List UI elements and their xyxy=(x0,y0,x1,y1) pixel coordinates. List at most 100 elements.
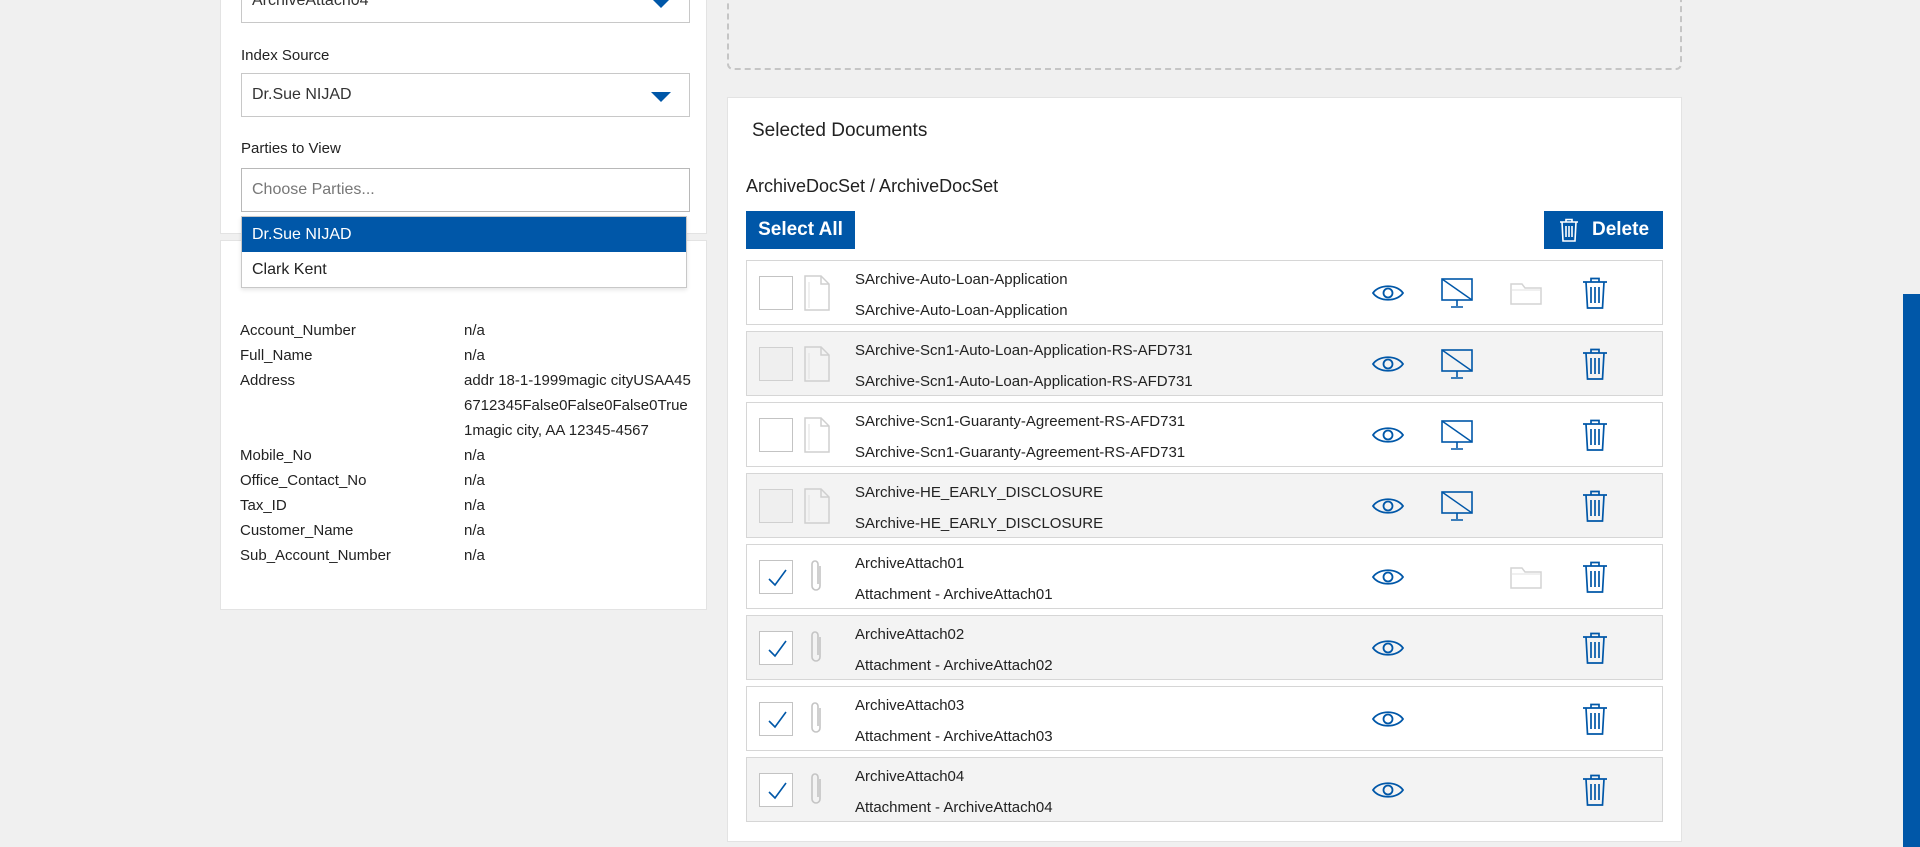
eye-icon[interactable] xyxy=(1368,699,1408,739)
info-value: n/a xyxy=(464,472,485,489)
monitor-off-icon[interactable] xyxy=(1437,344,1477,384)
selected-documents-panel: Selected Documents ArchiveDocSet / Archi… xyxy=(727,97,1682,842)
eye-icon[interactable] xyxy=(1368,273,1408,313)
paperclip-icon xyxy=(803,558,831,596)
paperclip-icon xyxy=(803,629,831,667)
parties-placeholder: Choose Parties... xyxy=(252,181,375,198)
info-value: n/a xyxy=(464,447,485,464)
delete-label: Delete xyxy=(1591,219,1650,240)
info-row: Tax_ID n/a xyxy=(240,493,700,518)
eye-icon[interactable] xyxy=(1368,557,1408,597)
parties-input[interactable]: Choose Parties... xyxy=(241,168,690,212)
document-list: SArchive-Auto-Loan-Application SArchive-A… xyxy=(746,260,1663,828)
trash-icon xyxy=(1559,218,1578,242)
eye-icon[interactable] xyxy=(1368,628,1408,668)
document-row[interactable]: SArchive-Scn1-Guaranty-Agreement-RS-AFD7… xyxy=(746,402,1663,467)
document-drop-zone[interactable] xyxy=(727,0,1682,70)
row-checkbox[interactable] xyxy=(759,631,793,665)
index-source-label: Index Source xyxy=(241,47,330,64)
document-title: ArchiveAttach03 xyxy=(855,697,965,714)
trash-icon[interactable] xyxy=(1575,628,1615,668)
row-checkbox xyxy=(759,489,793,523)
chevron-down-icon[interactable] xyxy=(651,0,671,8)
info-key: Mobile_No xyxy=(240,447,312,464)
document-subtitle: SArchive-HE_EARLY_DISCLOSURE xyxy=(855,515,1104,532)
info-value: n/a xyxy=(464,322,485,339)
row-checkbox[interactable] xyxy=(759,702,793,736)
party-option-sue-nijad[interactable]: Dr.Sue NIJAD xyxy=(242,217,686,252)
trash-icon[interactable] xyxy=(1575,486,1615,526)
party-info-panel: Account_Number n/a Full_Name n/a Address ad… xyxy=(220,240,707,610)
folder-icon[interactable] xyxy=(1506,557,1546,597)
monitor-off-icon[interactable] xyxy=(1437,273,1477,313)
monitor-off-icon[interactable] xyxy=(1437,415,1477,455)
info-key: Tax_ID xyxy=(240,497,287,514)
row-checkbox[interactable] xyxy=(759,560,793,594)
document-title: SArchive-Auto-Loan-Application xyxy=(855,271,1068,288)
folder-icon[interactable] xyxy=(1506,273,1546,313)
chevron-down-icon[interactable] xyxy=(651,92,671,102)
info-value: n/a xyxy=(464,547,485,564)
info-row: Customer_Name n/a xyxy=(240,518,700,543)
index-source-select[interactable]: Dr.Sue NIJAD xyxy=(241,73,690,117)
document-row[interactable]: SArchive-Scn1-Auto-Loan-Application-RS-A… xyxy=(746,331,1663,396)
document-subtitle: Attachment - ArchiveAttach03 xyxy=(855,728,1053,745)
info-row: Address addr 18-1-1999magic cityUSAA45671… xyxy=(240,368,700,443)
document-title: SArchive-HE_EARLY_DISCLOSURE xyxy=(855,484,1104,501)
eye-icon[interactable] xyxy=(1368,770,1408,810)
document-title: SArchive-Scn1-Guaranty-Agreement-RS-AFD7… xyxy=(855,413,1186,430)
document-subtitle: Attachment - ArchiveAttach01 xyxy=(855,586,1053,603)
document-subtitle: SArchive-Scn1-Auto-Loan-Application-RS-A… xyxy=(855,373,1193,390)
info-row: Office_Contact_No n/a xyxy=(240,468,700,493)
trash-icon[interactable] xyxy=(1575,415,1615,455)
trash-icon[interactable] xyxy=(1575,344,1615,384)
document-row[interactable]: SArchive-Auto-Loan-Application SArchive-A… xyxy=(746,260,1663,325)
select-all-button[interactable]: Select All xyxy=(746,211,855,249)
document-select[interactable]: ArchiveAttach04 xyxy=(241,0,690,23)
info-row: Full_Name n/a xyxy=(240,343,700,368)
party-option-clark-kent[interactable]: Clark Kent xyxy=(242,252,686,287)
eye-icon[interactable] xyxy=(1368,486,1408,526)
delete-button[interactable]: Delete xyxy=(1544,211,1663,249)
index-source-value: Dr.Sue NIJAD xyxy=(252,86,352,103)
info-key: Office_Contact_No xyxy=(240,472,367,489)
eye-icon[interactable] xyxy=(1368,415,1408,455)
document-subtitle: SArchive-Auto-Loan-Application xyxy=(855,302,1068,319)
row-checkbox[interactable] xyxy=(759,773,793,807)
document-title: ArchiveAttach02 xyxy=(855,626,965,643)
trash-icon[interactable] xyxy=(1575,557,1615,597)
document-icon xyxy=(803,274,831,312)
document-icon xyxy=(803,345,831,383)
row-checkbox xyxy=(759,347,793,381)
panel-title: Selected Documents xyxy=(752,120,928,141)
info-key: Sub_Account_Number xyxy=(240,547,391,564)
document-row[interactable]: ArchiveAttach03 Attachment - ArchiveAttac… xyxy=(746,686,1663,751)
info-key: Address xyxy=(240,372,296,389)
document-row[interactable]: ArchiveAttach04 Attachment - ArchiveAttac… xyxy=(746,757,1663,822)
document-row[interactable]: ArchiveAttach02 Attachment - ArchiveAttac… xyxy=(746,615,1663,680)
info-value: n/a xyxy=(464,497,485,514)
paperclip-icon xyxy=(803,700,831,738)
trash-icon[interactable] xyxy=(1575,273,1615,313)
row-checkbox[interactable] xyxy=(759,418,793,452)
parties-label: Parties to View xyxy=(241,140,341,157)
info-row: Account_Number n/a xyxy=(240,318,700,343)
info-value: addr 18-1-1999magic cityUSAA456712345Fal… xyxy=(464,372,691,439)
document-subtitle: Attachment - ArchiveAttach02 xyxy=(855,657,1053,674)
info-value: n/a xyxy=(464,522,485,539)
info-value: n/a xyxy=(464,347,485,364)
monitor-off-icon[interactable] xyxy=(1437,486,1477,526)
trash-icon[interactable] xyxy=(1575,699,1615,739)
scrollbar[interactable] xyxy=(1903,294,1920,847)
docset-breadcrumb: ArchiveDocSet / ArchiveDocSet xyxy=(746,176,999,196)
party-info-table: Account_Number n/a Full_Name n/a Address ad… xyxy=(240,318,700,568)
row-checkbox[interactable] xyxy=(759,276,793,310)
document-row[interactable]: ArchiveAttach01 Attachment - ArchiveAttac… xyxy=(746,544,1663,609)
document-row[interactable]: SArchive-HE_EARLY_DISCLOSURE SArchive-HE_… xyxy=(746,473,1663,538)
eye-icon[interactable] xyxy=(1368,344,1408,384)
info-key: Customer_Name xyxy=(240,522,354,539)
info-row: Sub_Account_Number n/a xyxy=(240,543,700,568)
info-key: Full_Name xyxy=(240,347,313,364)
trash-icon[interactable] xyxy=(1575,770,1615,810)
document-subtitle: SArchive-Scn1-Guaranty-Agreement-RS-AFD7… xyxy=(855,444,1186,461)
